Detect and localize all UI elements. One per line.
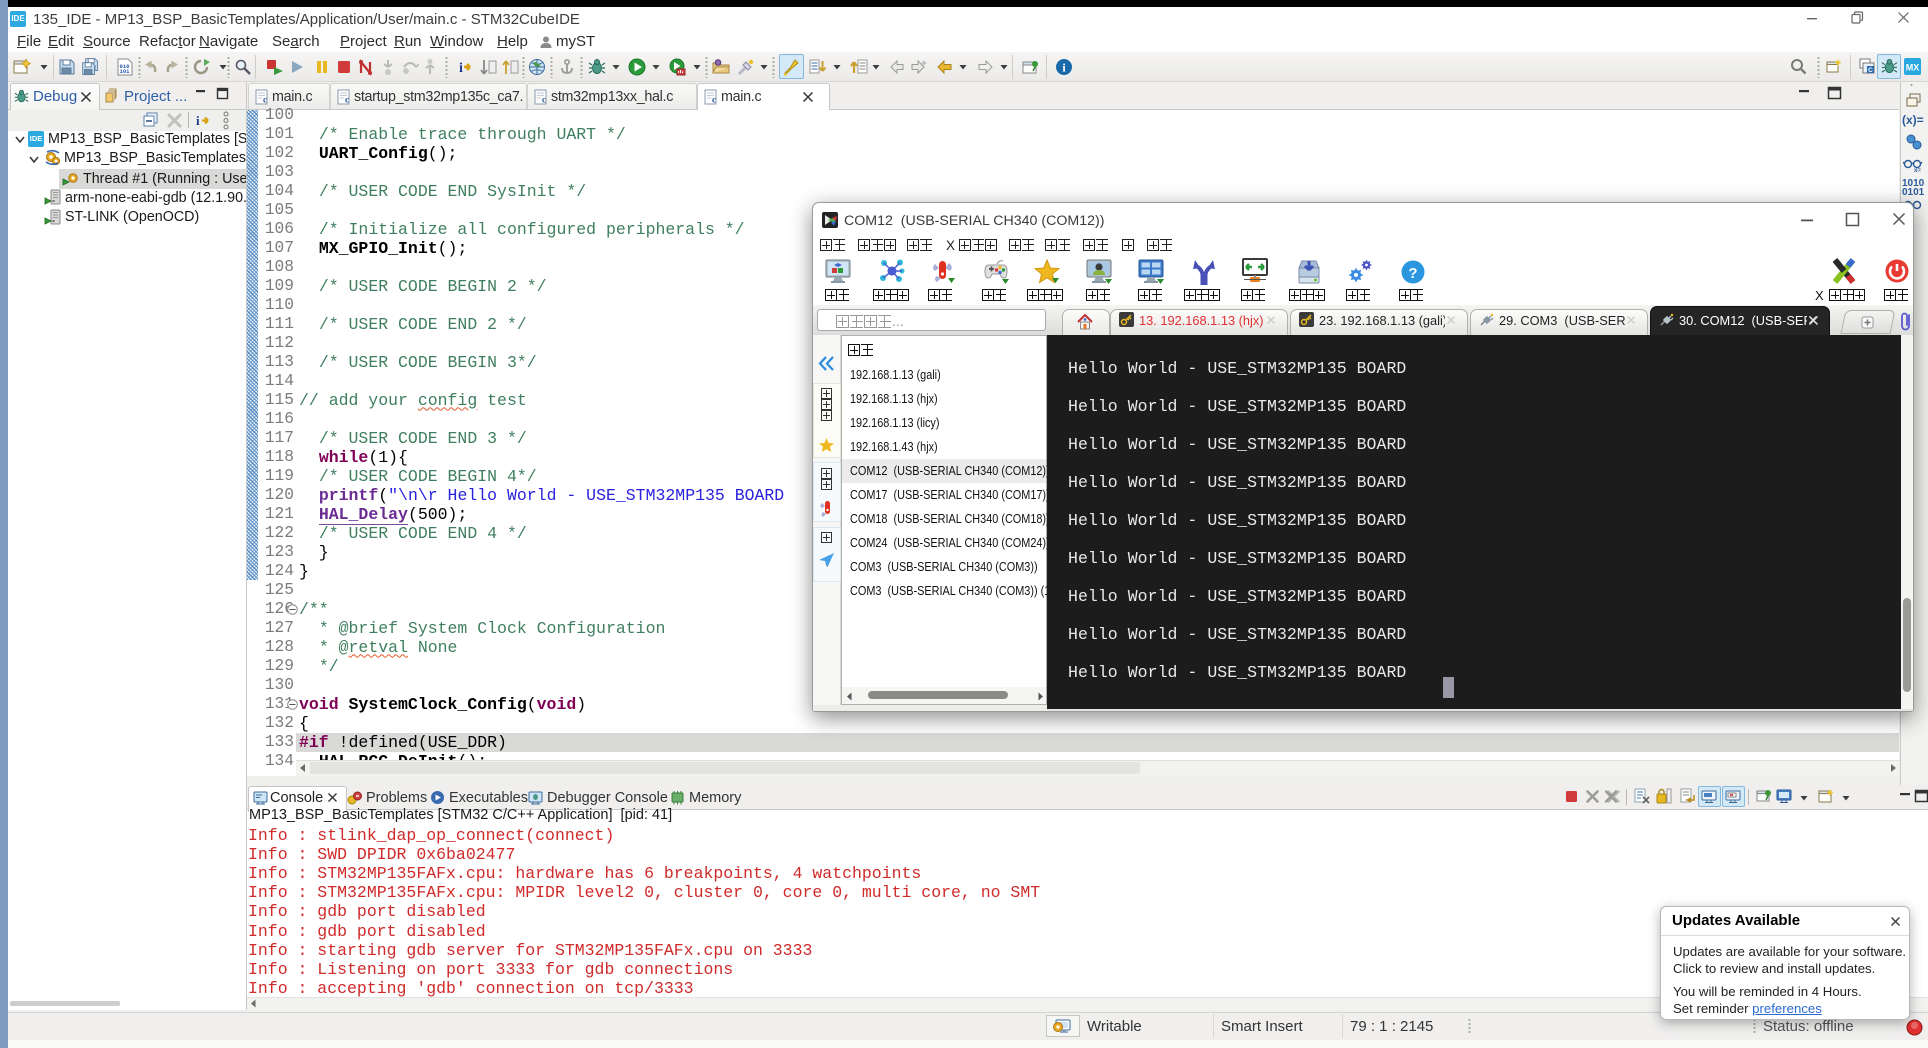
svg-text:C: C — [1868, 67, 1873, 74]
svg-text:i: i — [459, 61, 463, 76]
svg-text:i: i — [196, 113, 200, 128]
svg-text:c: c — [345, 95, 349, 105]
svg-text:?: ? — [1408, 265, 1417, 282]
svg-text:x=: x= — [1914, 168, 1921, 173]
svg-text:c: c — [542, 95, 546, 105]
svg-text:101: 101 — [120, 68, 131, 75]
svg-text:c: c — [712, 95, 716, 105]
svg-text:MX: MX — [1906, 63, 1920, 73]
svg-text:c: c — [263, 95, 267, 105]
